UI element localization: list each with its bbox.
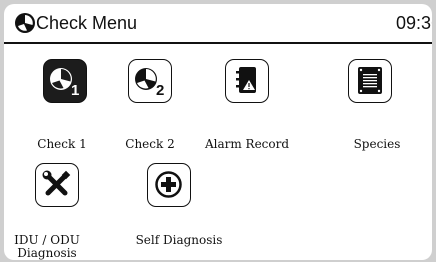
svg-text:1: 1 <box>71 82 79 99</box>
check-2-pie-icon: 2 <box>135 68 164 99</box>
page-title: Check Menu <box>36 13 138 33</box>
alarm-record-label: Alarm Record <box>204 137 290 151</box>
idu-odu-diagnosis-button[interactable] <box>35 163 79 207</box>
clock-time: 09:36 <box>396 13 432 33</box>
alarm-record-book-icon <box>236 67 256 93</box>
species-panel-icon <box>358 67 382 94</box>
tools-icon <box>42 170 71 196</box>
device-screen: Check Menu 09:36 1 Check 1 2 Check 2 <box>4 4 432 260</box>
idu-odu-diagnosis-label-line-2: Diagnosis <box>17 246 77 260</box>
check-2-button[interactable]: 2 <box>128 59 172 103</box>
check-2-label: Check 2 <box>125 137 175 151</box>
header-bar: Check Menu 09:36 <box>4 4 432 42</box>
self-diagnosis-label: Self Diagnosis <box>135 233 223 247</box>
self-diagnosis-button[interactable] <box>147 163 191 207</box>
plus-circle-icon <box>155 171 182 198</box>
species-label: Species <box>353 137 401 151</box>
check-1-label: Check 1 <box>37 137 87 151</box>
alarm-record-button[interactable] <box>225 59 269 103</box>
header-divider <box>4 42 432 44</box>
pie-logo-icon <box>15 13 35 33</box>
svg-text:2: 2 <box>156 82 164 99</box>
check-1-pie-icon: 1 <box>50 68 79 99</box>
check-1-button[interactable]: 1 <box>43 59 87 103</box>
species-button[interactable] <box>348 59 392 103</box>
